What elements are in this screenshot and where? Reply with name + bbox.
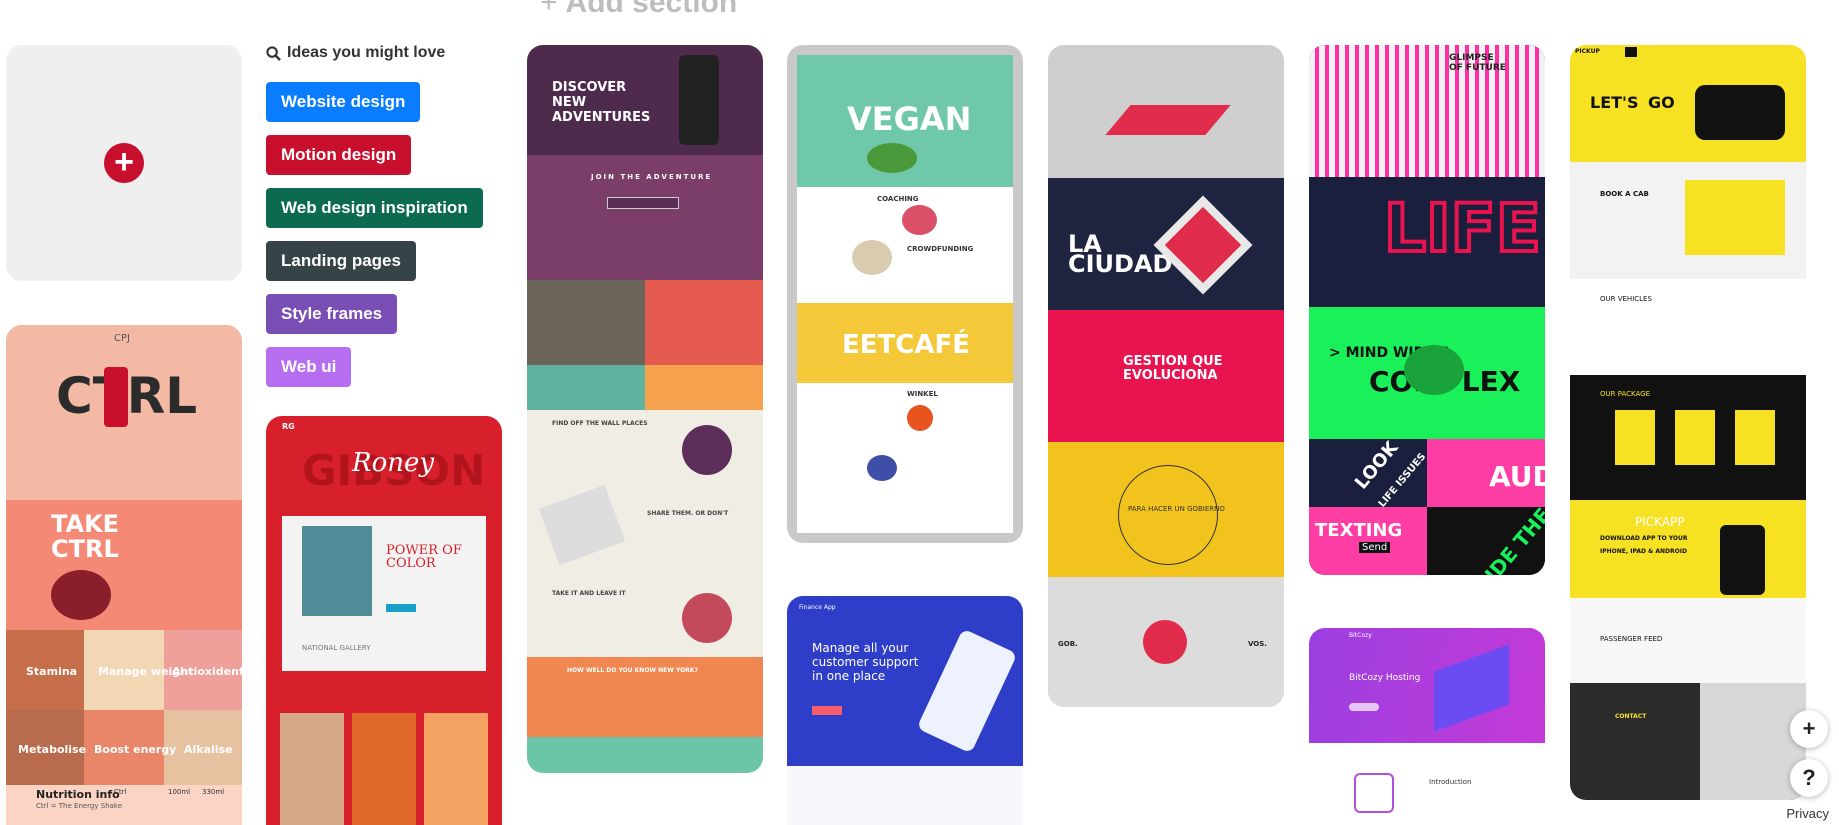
ciudad-gob: GOB. xyxy=(1058,640,1078,648)
adventure-sec3: TAKE IT AND LEAVE IT xyxy=(552,590,626,597)
adventure-sec2: SHARE THEM. OR DON'T xyxy=(647,510,729,517)
ciudad-vos: VOS. xyxy=(1248,640,1267,648)
pickup-feed: PASSENGER FEED xyxy=(1600,635,1663,643)
ctrl-take-band xyxy=(6,500,242,630)
ctrl-take: TAKE xyxy=(51,510,120,538)
bitcozy-title: BitCozy Hosting xyxy=(1349,673,1421,683)
adventure-phone xyxy=(679,55,719,145)
pin-pickup[interactable]: PICKUP LET'S GO BOOK A CAB OUR VEHICLES … xyxy=(1570,45,1806,800)
adventure-join: JOIN THE ADVENTURE xyxy=(591,173,713,181)
future-title: GLIMPSE OF FUTURE xyxy=(1449,53,1506,73)
pin-vegan[interactable]: VEGAN COACHING CROWDFUNDING EETCAFÉ WINK… xyxy=(787,45,1023,543)
gibson-portrait xyxy=(302,526,372,616)
adventure-sec4: HOW WELL DO YOU KNOW NEW YORK? xyxy=(567,667,698,674)
gibson-gallery: NATIONAL GALLERY xyxy=(302,644,371,652)
pin-ciudad[interactable]: LA CIUDAD GESTION QUE EVOLUCIONA PARA HA… xyxy=(1048,45,1284,707)
future-texting: TEXTING xyxy=(1315,520,1403,541)
ctrl-nutrition-col2: 100ml xyxy=(168,788,191,796)
bitcozy-intro: Introduction xyxy=(1429,778,1472,786)
vegan-winkel: WINKEL xyxy=(907,390,938,398)
chip-web-design-inspiration[interactable]: Web design inspiration xyxy=(266,188,483,228)
future-send: Send xyxy=(1359,542,1391,553)
add-pin-button[interactable]: + xyxy=(6,45,242,281)
ctrl-bottle xyxy=(104,367,128,427)
ctrl-nutrition-col3: 330ml xyxy=(202,788,225,796)
pickup-download: DOWNLOAD APP TO YOUR xyxy=(1600,535,1688,542)
chip-style-frames[interactable]: Style frames xyxy=(266,294,398,334)
support-brand: Finance App xyxy=(799,604,836,611)
future-brain xyxy=(1404,345,1464,395)
ctrl-tile-stamina: Stamina xyxy=(26,665,78,678)
ctrl-tile-antioxident: Antioxident xyxy=(172,665,242,678)
support-phone xyxy=(916,628,1018,754)
gibson-logo: RG xyxy=(282,422,295,431)
pickup-contact: CONTACT xyxy=(1615,713,1647,720)
pin-adventure[interactable]: DISCOVER NEW ADVENTURES JOIN THE ADVENTU… xyxy=(527,45,763,773)
ctrl-tile-alkalise: Alkalise xyxy=(184,743,233,756)
pickup-vehicles: OUR VEHICLES xyxy=(1600,295,1652,303)
ctrl-take-ctrl: CTRL xyxy=(51,535,119,563)
ctrl-tile-energy: Boost energy xyxy=(94,743,177,756)
chip-landing-pages[interactable]: Landing pages xyxy=(266,241,416,281)
ideas-heading: Ideas you might love xyxy=(266,44,445,62)
adventure-sec1: FIND OFF THE WALL PLACES xyxy=(552,420,648,427)
bitcozy-brand: BitCozy xyxy=(1349,632,1372,639)
search-icon xyxy=(266,45,281,61)
gibson-painting-3 xyxy=(424,713,488,825)
privacy-link[interactable]: Privacy xyxy=(1782,804,1833,823)
pickup-book: BOOK A CAB xyxy=(1600,190,1649,198)
chip-website-design[interactable]: Website design xyxy=(266,82,421,122)
help-button[interactable]: ? xyxy=(1790,759,1828,797)
ciudad-hacer: PARA HACER UN GOBIERNO xyxy=(1128,505,1225,513)
adventure-email-field xyxy=(607,197,679,209)
pickup-app: PICKAPP xyxy=(1635,515,1685,529)
zoom-in-button[interactable]: + xyxy=(1790,710,1828,748)
pickup-taxi xyxy=(1695,85,1785,140)
vegan-cafe: EETCAFÉ xyxy=(842,330,970,360)
chip-motion-design[interactable]: Motion design xyxy=(266,135,412,175)
ctrl-nutrition: Nutrition info xyxy=(36,788,120,801)
ciudad-gestion: GESTION QUE EVOLUCIONA xyxy=(1123,354,1223,383)
pin-support[interactable]: Finance App Manage all your customer sup… xyxy=(787,596,1023,825)
ctrl-nutrition-col1: Ctrl xyxy=(114,788,127,796)
ciudad-title-ciudad: CIUDAD xyxy=(1068,250,1173,278)
vegan-crowdfunding: CROWDFUNDING xyxy=(907,245,974,253)
vegan-coaching: COACHING xyxy=(877,195,919,203)
pickup-devices: IPHONE, IPAD & ANDROID xyxy=(1600,548,1687,555)
support-headline: Manage all your customer support in one … xyxy=(812,641,919,683)
future-life: LIFE xyxy=(1382,188,1543,269)
pickup-package: OUR PACKAGE xyxy=(1600,390,1651,398)
chip-web-ui[interactable]: Web ui xyxy=(266,347,352,387)
pickup-lets: LET'S xyxy=(1590,93,1639,112)
gibson-painting-2 xyxy=(352,713,416,825)
pin-future[interactable]: GLIMPSE OF FUTURE LIFE > MIND WIDE & COM… xyxy=(1309,45,1545,575)
gibson-headline: POWER OF COLOR xyxy=(386,543,462,571)
pin-ctrl[interactable]: CPJ CTRL TAKE CTRL Stamina Manage weight… xyxy=(6,325,242,825)
ctrl-beet xyxy=(51,570,111,620)
ctrl-nutrition-sub: Ctrl = The Energy Shake xyxy=(36,802,123,810)
future-aud: AUD xyxy=(1489,460,1545,493)
pickup-go: GO xyxy=(1648,93,1675,112)
adventure-title: DISCOVER NEW ADVENTURES xyxy=(552,80,651,125)
gibson-script: Roney xyxy=(352,448,435,478)
pin-gibson[interactable]: RG GIBSON Roney POWER OF COLOR NATIONAL … xyxy=(266,416,502,825)
add-section-button[interactable]: + Add section xyxy=(540,0,737,20)
plus-icon: + xyxy=(104,143,144,183)
adventure-phone-2 xyxy=(538,484,626,566)
gibson-painting-1 xyxy=(280,713,344,825)
pickup-phone xyxy=(1720,525,1765,595)
pin-bitcozy[interactable]: BitCozy BitCozy Hosting Introduction xyxy=(1309,628,1545,825)
plus-icon: + xyxy=(540,0,558,19)
vegan-title: VEGAN xyxy=(847,100,972,138)
gibson-button xyxy=(386,604,416,612)
pickup-book-form xyxy=(1685,180,1785,255)
pickup-brand: PICKUP xyxy=(1575,48,1600,55)
ctrl-brand: CPJ xyxy=(114,333,130,344)
ctrl-tile-metabolise: Metabolise xyxy=(18,743,87,756)
